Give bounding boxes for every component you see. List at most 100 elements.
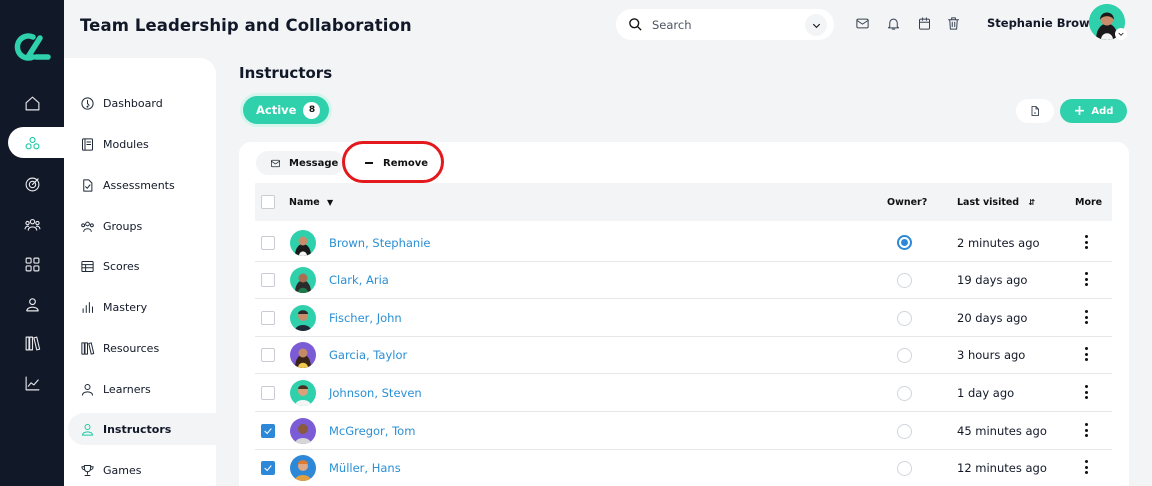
sidebar-item-label: Modules: [103, 137, 149, 151]
mail-icon: [271, 159, 280, 167]
row-checkbox[interactable]: [261, 424, 275, 438]
instructor-name-link[interactable]: Fischer, John: [329, 311, 402, 325]
search-input[interactable]: [652, 17, 802, 32]
add-instructor-button[interactable]: + Add: [1060, 99, 1127, 123]
sidebar-item-label: Groups: [103, 219, 143, 233]
more-options-icon[interactable]: [1081, 423, 1091, 437]
owner-radio[interactable]: [897, 386, 912, 401]
instructor-name-link[interactable]: Garcia, Taylor: [329, 348, 407, 362]
sidebar-item-learners[interactable]: Learners: [68, 373, 216, 405]
more-options-icon[interactable]: [1081, 310, 1091, 324]
sidebar-item-label: Mastery: [103, 300, 148, 314]
sidebar-item-instructors[interactable]: Instructors: [68, 413, 216, 445]
chevron-down-icon: [1118, 32, 1124, 36]
select-all-checkbox[interactable]: [261, 195, 275, 209]
sidebar-item-resources[interactable]: Resources: [68, 332, 216, 364]
last-visited-value: 45 minutes ago: [957, 424, 1047, 438]
last-visited-value: 19 days ago: [957, 273, 1028, 287]
chart-icon[interactable]: [20, 371, 44, 395]
instructor-name-link[interactable]: McGregor, Tom: [329, 424, 415, 438]
users-icon[interactable]: [20, 212, 44, 236]
row-checkbox[interactable]: [261, 273, 275, 287]
dashboard-icon: [81, 96, 94, 110]
sidebar-item-dashboard[interactable]: Dashboard: [68, 87, 216, 119]
trophy-icon: [81, 464, 94, 476]
avatar: [290, 267, 316, 293]
owner-radio[interactable]: [897, 273, 912, 288]
row-divider: [255, 449, 1112, 450]
sidebar-item-assessments[interactable]: Assessments: [68, 169, 216, 201]
app-logo[interactable]: [11, 30, 51, 64]
column-name-header[interactable]: Name ▼: [289, 197, 333, 208]
user-menu-caret[interactable]: [1115, 28, 1127, 40]
avatar: [290, 455, 316, 481]
row-checkbox[interactable]: [261, 348, 275, 362]
calendar-icon[interactable]: [917, 16, 933, 32]
search-box[interactable]: [616, 9, 834, 40]
app-rail: [0, 0, 66, 486]
column-last-visited-header[interactable]: Last visited ⇵: [957, 197, 1035, 208]
sidebar-item-modules[interactable]: Modules: [68, 128, 216, 160]
avatar: [290, 305, 316, 331]
file-check-icon: [83, 178, 93, 192]
sort-down-icon: ▼: [327, 198, 334, 207]
owner-radio[interactable]: [897, 461, 912, 476]
message-button[interactable]: Message: [256, 151, 344, 175]
more-options-icon[interactable]: [1081, 235, 1091, 249]
check-icon: [264, 465, 272, 472]
add-label: Add: [1091, 105, 1114, 117]
bell-icon[interactable]: [886, 16, 902, 32]
last-visited-value: 12 minutes ago: [957, 461, 1047, 475]
tab-count-badge: 8: [303, 101, 321, 119]
more-options-icon[interactable]: [1081, 385, 1091, 399]
bar-chart-icon: [82, 301, 93, 313]
modules-icon[interactable]: [20, 131, 44, 155]
sidebar-item-mastery[interactable]: Mastery: [68, 291, 216, 323]
row-divider: [255, 411, 1112, 412]
target-icon[interactable]: [20, 172, 44, 196]
user-name[interactable]: Stephanie Brown: [987, 16, 1098, 30]
row-checkbox[interactable]: [261, 461, 275, 475]
export-button[interactable]: [1016, 99, 1054, 123]
library-icon[interactable]: [20, 331, 44, 355]
instructor-name-link[interactable]: Clark, Aria: [329, 273, 389, 287]
last-visited-value: 20 days ago: [957, 311, 1028, 325]
row-checkbox[interactable]: [261, 311, 275, 325]
mail-icon[interactable]: [855, 16, 871, 32]
more-options-icon[interactable]: [1081, 272, 1091, 286]
instructor-icon: [82, 423, 93, 436]
more-options-icon[interactable]: [1081, 347, 1091, 361]
grid-icon[interactable]: [20, 252, 44, 276]
row-checkbox[interactable]: [261, 236, 275, 250]
owner-radio[interactable]: [897, 235, 912, 250]
instructor-name-link[interactable]: Johnson, Steven: [329, 386, 422, 400]
owner-radio[interactable]: [897, 311, 912, 326]
sidebar-item-scores[interactable]: Scores: [68, 250, 216, 282]
sidebar-item-groups[interactable]: Groups: [68, 210, 216, 242]
search-dropdown-button[interactable]: [805, 14, 827, 36]
last-visited-value: 1 day ago: [957, 386, 1015, 400]
row-checkbox[interactable]: [261, 386, 275, 400]
search-icon: [629, 18, 642, 31]
document-icon: [1031, 106, 1039, 116]
tab-active[interactable]: Active 8: [243, 96, 329, 124]
home-icon[interactable]: [20, 91, 44, 115]
owner-radio[interactable]: [897, 348, 912, 363]
instructor-name-link[interactable]: Brown, Stephanie: [329, 236, 430, 250]
sidebar-item-games[interactable]: Games: [68, 454, 216, 486]
check-icon: [264, 428, 272, 435]
row-divider: [255, 298, 1112, 299]
books-icon: [81, 341, 95, 355]
avatar: [290, 342, 316, 368]
trash-icon[interactable]: [946, 16, 962, 32]
instructor-name-link[interactable]: Müller, Hans: [329, 461, 401, 475]
column-more-header: More: [1075, 197, 1103, 208]
course-title: Team Leadership and Collaboration: [80, 16, 412, 35]
person-icon[interactable]: [20, 292, 44, 316]
plus-icon: +: [1073, 103, 1086, 119]
owner-radio[interactable]: [897, 424, 912, 439]
learner-icon: [82, 383, 93, 396]
more-options-icon[interactable]: [1081, 460, 1091, 474]
sidebar-item-label: Assessments: [103, 178, 175, 192]
last-visited-value: 3 hours ago: [957, 348, 1026, 362]
